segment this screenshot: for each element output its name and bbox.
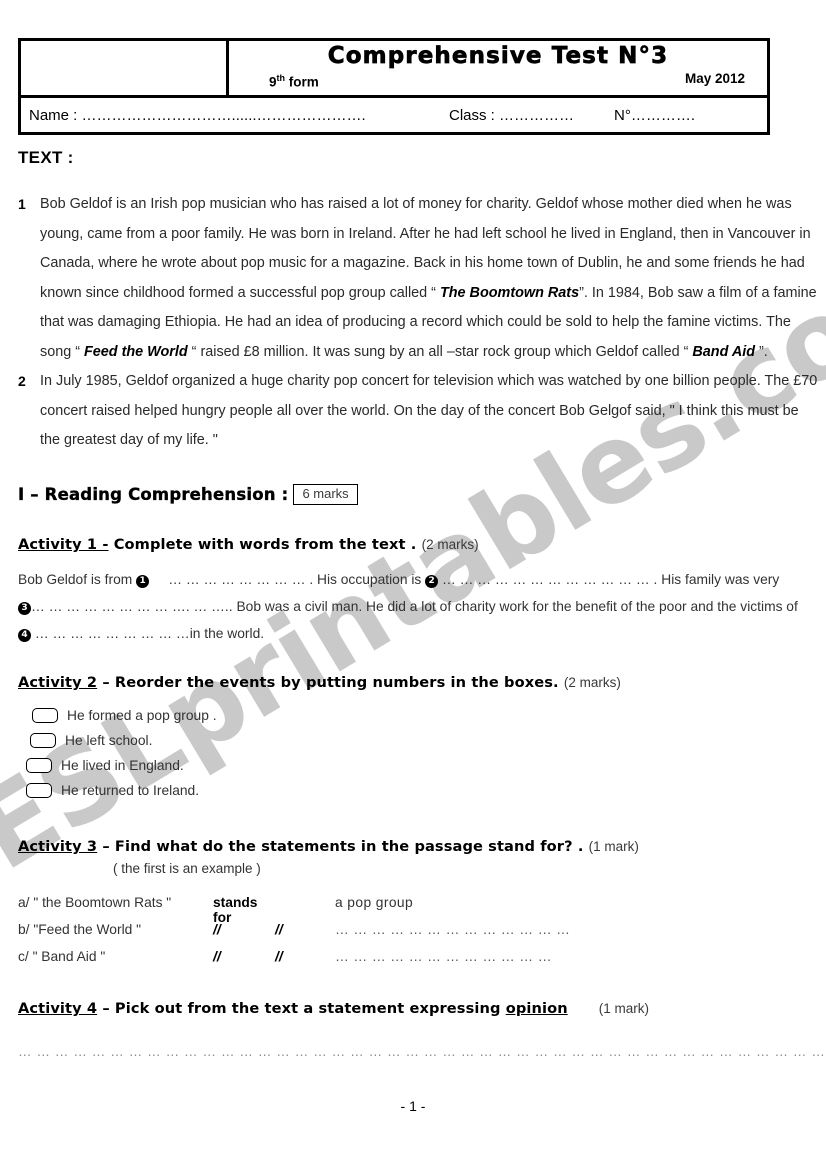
activity-1: Activity 1 - Complete with words from th… — [18, 536, 818, 647]
list-item[interactable]: He lived in England. — [26, 753, 818, 778]
activity-2-instruction: – Reorder the events by putting numbers … — [102, 674, 559, 691]
activity-4-number: Activity 4 — [18, 1000, 98, 1017]
group-name-band-aid: Band Aid — [692, 343, 756, 360]
list-item-label: He returned to Ireland. — [61, 783, 200, 798]
list-item-label: He formed a pop group . — [67, 708, 217, 723]
header-identity-row: Name : …………………………......…………………. Class : … — [21, 98, 767, 132]
a1-text-4: Bob was a civil man. He did a lot of cha… — [236, 599, 798, 614]
order-checkbox[interactable] — [30, 733, 56, 748]
header-top-row: Comprehensive Test N°3 9th form May 2012 — [21, 41, 767, 98]
table-row[interactable]: b/ "Feed the World " // // … … … … … … …… — [18, 922, 818, 949]
activity-4-keyword: opinion — [505, 1000, 568, 1017]
table-row: a/ " the Boomtown Rats " stands for a po… — [18, 895, 818, 925]
a1-text-1: Bob Geldof is from — [18, 572, 133, 587]
paragraph-number: 2 — [18, 373, 26, 389]
section-marks-box: 6 marks — [293, 484, 358, 505]
a1-blank-4[interactable]: … … … … … … … … … — [35, 626, 190, 641]
number-label: N° — [614, 106, 631, 124]
passage-paragraph: 2 In July 1985, Geldof organized a huge … — [18, 367, 818, 456]
a3-ditto-1: // — [213, 949, 221, 964]
activity-1-marks: (2 marks) — [421, 537, 479, 552]
activity-2-heading: Activity 2 – Reorder the events by putti… — [18, 674, 818, 691]
paragraph-2-body: In July 1985, Geldof organized a huge ch… — [40, 373, 818, 448]
table-row[interactable]: c/ " Band Aid " // // … … … … … … … … … … — [18, 949, 818, 976]
exam-title: Comprehensive Test N°3 — [327, 43, 669, 70]
a3-ditto-1: // — [213, 922, 221, 937]
order-checkbox[interactable] — [26, 783, 52, 798]
a3-ditto-2: // — [275, 922, 283, 937]
name-label: Name : — [29, 106, 78, 124]
exam-date: May 2012 — [684, 71, 745, 86]
activity-3-heading: Activity 3 – Find what do the statements… — [18, 838, 818, 855]
a3-stands-for: stands for — [213, 895, 258, 925]
blank-marker-4: 4 — [18, 629, 31, 642]
order-checkbox[interactable] — [26, 758, 52, 773]
reading-comprehension-heading: I – Reading Comprehension : 6 marks — [18, 484, 358, 505]
a3-statement: a/ " the Boomtown Rats " — [18, 895, 172, 910]
number-dotted-line: …………. — [630, 106, 696, 124]
group-name-boomtown-rats: The Boomtown Rats — [439, 284, 580, 301]
number-field[interactable]: N°…………. — [614, 107, 695, 124]
a3-answer-example: a pop group — [335, 895, 414, 910]
a3-statement: b/ "Feed the World " — [18, 922, 142, 937]
activity-2-list: He formed a pop group . He left school. … — [18, 703, 818, 803]
exam-header-table: Comprehensive Test N°3 9th form May 2012… — [18, 38, 770, 135]
class-dotted-line: …………… — [499, 106, 575, 124]
activity-4-instruction: – Pick out from the text a statement exp… — [102, 1000, 501, 1017]
activity-1-number: Activity 1 - — [18, 536, 109, 553]
a1-text-5: in the world. — [189, 626, 265, 641]
a1-blank-1[interactable]: … … … … … … … … . — [168, 572, 313, 587]
page-number: - 1 - — [400, 1098, 426, 1114]
paragraph-1-body: Bob Geldof is an Irish pop musician who … — [40, 196, 817, 360]
activity-3-note: ( the first is an example ) — [113, 861, 261, 876]
list-item[interactable]: He returned to Ireland. — [26, 778, 818, 803]
form-level: 9th form — [269, 73, 319, 90]
activity-3-marks: (1 mark) — [588, 839, 639, 854]
activity-1-body[interactable]: Bob Geldof is from 1 … … … … … … … … . H… — [18, 566, 808, 647]
activity-3: Activity 3 – Find what do the statements… — [18, 838, 818, 976]
activity-1-instruction: Complete with words from the text . — [113, 536, 417, 553]
order-checkbox[interactable] — [32, 708, 58, 723]
activity-4-answer-line[interactable]: … … … … … … … … … … … … … … … … … … … … … — [18, 1044, 825, 1059]
list-item[interactable]: He left school. — [30, 728, 818, 753]
song-name-feed-the-world: Feed the World — [84, 343, 188, 360]
class-label: Class : — [449, 106, 495, 124]
activity-2-number: Activity 2 — [18, 674, 98, 691]
a1-blank-2[interactable]: … … … … … … … … … … … … . — [442, 572, 657, 587]
blank-marker-2: 2 — [425, 575, 439, 588]
class-field[interactable]: Class : …………… — [449, 107, 614, 124]
text-section-label: TEXT : — [18, 148, 74, 167]
list-item[interactable]: He formed a pop group . — [32, 703, 818, 728]
a3-answer-blank[interactable]: … … … … … … … … … … … … … — [335, 922, 570, 937]
activity-2: Activity 2 – Reorder the events by putti… — [18, 674, 818, 803]
section-title: I – Reading Comprehension : — [18, 485, 289, 504]
activity-2-marks: (2 marks) — [563, 675, 621, 690]
activity-4-heading: Activity 4 – Pick out from the text a st… — [18, 1000, 818, 1017]
header-school-cell — [21, 41, 229, 95]
activity-3-instruction: – Find what do the statements in the pas… — [102, 838, 584, 855]
list-item-label: He left school. — [65, 733, 153, 748]
a1-text-2: His occupation is — [317, 572, 422, 587]
activity-4: Activity 4 – Pick out from the text a st… — [18, 1000, 825, 1059]
a3-answer-blank[interactable]: … … … … … … … … … … … … — [335, 949, 552, 964]
activity-1-heading: Activity 1 - Complete with words from th… — [18, 536, 818, 553]
activity-3-number: Activity 3 — [18, 838, 98, 855]
blank-marker-1: 1 — [136, 575, 150, 588]
a1-blank-3[interactable]: … … … … … … … … …. … ….. — [31, 599, 233, 614]
header-title-cell: Comprehensive Test N°3 9th form May 2012 — [229, 41, 767, 95]
list-item-label: He lived in England. — [61, 758, 184, 773]
name-dotted-line: …………………………......…………………. — [81, 106, 366, 124]
passage-paragraph: 1 Bob Geldof is an Irish pop musician wh… — [18, 190, 818, 367]
a3-statement: c/ " Band Aid " — [18, 949, 106, 964]
header-subrow: 9th form May 2012 — [229, 70, 767, 90]
paragraph-number: 1 — [18, 196, 26, 212]
a3-ditto-2: // — [275, 949, 283, 964]
reading-passage: 1 Bob Geldof is an Irish pop musician wh… — [18, 190, 818, 456]
document-page: Comprehensive Test N°3 9th form May 2012… — [0, 0, 826, 1169]
name-field[interactable]: Name : …………………………......…………………. — [29, 107, 449, 124]
activity-4-marks: (1 mark) — [598, 1001, 650, 1016]
blank-marker-3: 3 — [18, 602, 31, 615]
activity-3-rows: a/ " the Boomtown Rats " stands for a po… — [18, 895, 818, 976]
a1-text-3: His family was very — [661, 572, 780, 587]
